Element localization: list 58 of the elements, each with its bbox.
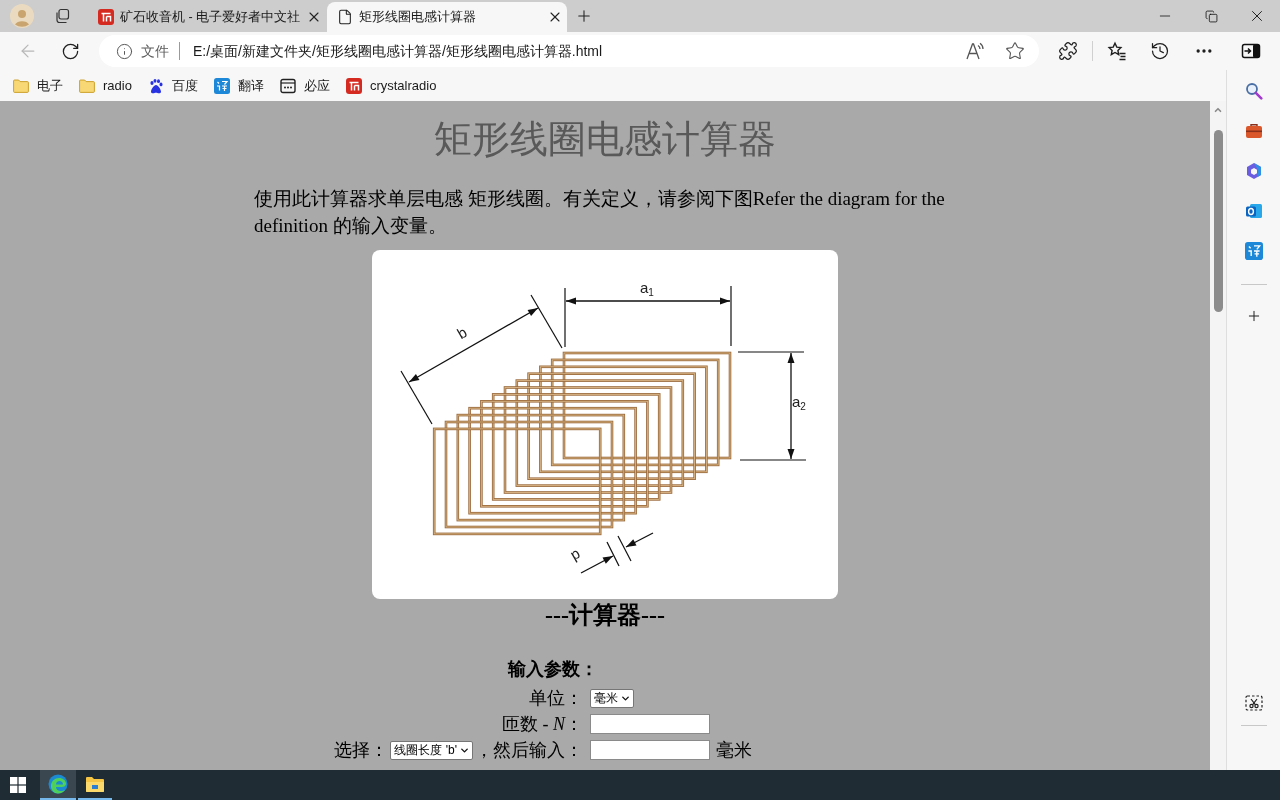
- bookmark-link[interactable]: crystalradio: [345, 75, 437, 96]
- field-label: 单位：: [529, 687, 583, 709]
- history-icon[interactable]: [1150, 41, 1170, 61]
- input-field[interactable]: [590, 740, 710, 760]
- taskbar-button[interactable]: [40, 770, 76, 800]
- bookmark-link[interactable]: 百度: [147, 75, 198, 96]
- bookmark-link[interactable]: radio: [79, 75, 132, 96]
- refresh-icon[interactable]: [61, 41, 80, 61]
- four-squares-icon[interactable]: [10, 777, 26, 793]
- folder-icon: [79, 78, 95, 93]
- section-heading: 输入参数：: [508, 658, 598, 681]
- toolbox-icon[interactable]: [1244, 122, 1263, 140]
- search-icon[interactable]: [1244, 82, 1263, 100]
- window-dots-icon: [279, 77, 296, 94]
- extensions-icon[interactable]: [1058, 41, 1078, 61]
- site-logo-icon: [345, 77, 362, 94]
- input-field[interactable]: [590, 714, 710, 734]
- dimension-label: b: [454, 323, 471, 343]
- site-info-label[interactable]: 文件: [141, 40, 169, 62]
- caret-up-icon[interactable]: [1213, 105, 1223, 115]
- scroll-thumb[interactable]: [1213, 130, 1223, 312]
- tab-actions-icon[interactable]: [54, 8, 70, 24]
- field-label: 匝数 - N：: [502, 713, 583, 735]
- screenshot-icon[interactable]: [1244, 694, 1263, 712]
- favorites-icon[interactable]: [1107, 41, 1127, 61]
- read-aloud-icon[interactable]: [965, 41, 985, 61]
- site-logo-icon: [98, 9, 114, 25]
- info-icon[interactable]: [116, 42, 133, 60]
- page-title: 矩形线圈电感计算器: [433, 117, 777, 161]
- address-bar[interactable]: 文件 E:/桌面/新建文件夹/矩形线圈电感计算器/矩形线圈电感计算器.html: [99, 35, 1039, 67]
- bookmark-link[interactable]: 必应: [279, 75, 330, 96]
- tile-logo-icon[interactable]: [1244, 202, 1263, 220]
- document-icon: [337, 9, 353, 25]
- browser-icon: [48, 774, 68, 794]
- field-label: ，然后输入：: [475, 739, 583, 761]
- browser-tab[interactable]: 矿石收音机 - 电子爱好者中文社: [88, 2, 325, 32]
- bookmark-link[interactable]: 电子: [13, 75, 63, 96]
- sidebar-toggle-icon[interactable]: [1241, 41, 1261, 61]
- unit-select[interactable]: 毫米: [590, 688, 634, 708]
- folder-icon: [85, 775, 105, 793]
- favorite-star-icon[interactable]: [1005, 41, 1025, 61]
- bookmark-link[interactable]: 翻译: [213, 75, 264, 96]
- new-tab-icon[interactable]: [575, 7, 593, 25]
- url-text[interactable]: E:/桌面/新建文件夹/矩形线圈电感计算器/矩形线圈电感计算器.html: [193, 40, 603, 62]
- field-label: 选择：: [334, 739, 389, 761]
- browser-tab[interactable]: 矩形线圈电感计算器: [327, 2, 567, 32]
- calculator-heading: ---计算器---: [544, 601, 666, 630]
- dimension-label: a$_{1}$: [640, 279, 654, 297]
- character-tile-icon[interactable]: [1244, 242, 1263, 260]
- intro-paragraph: 使用此计算器求单层电感 矩形线圈。有关定义，请参阅下图Refer the diagram for the definition 的输入变量。: [254, 187, 946, 238]
- unit-label: 毫米: [716, 739, 752, 761]
- restore-icon[interactable]: [1204, 9, 1218, 23]
- folder-icon: [13, 78, 29, 93]
- hexagon-logo-icon[interactable]: [1244, 162, 1263, 180]
- dimension-label: a$_{2}$: [792, 393, 806, 411]
- character-tile-icon: [213, 77, 230, 94]
- dimension-label: p: [567, 544, 584, 564]
- dimension-select[interactable]: 线圈长度 'b': [390, 740, 473, 760]
